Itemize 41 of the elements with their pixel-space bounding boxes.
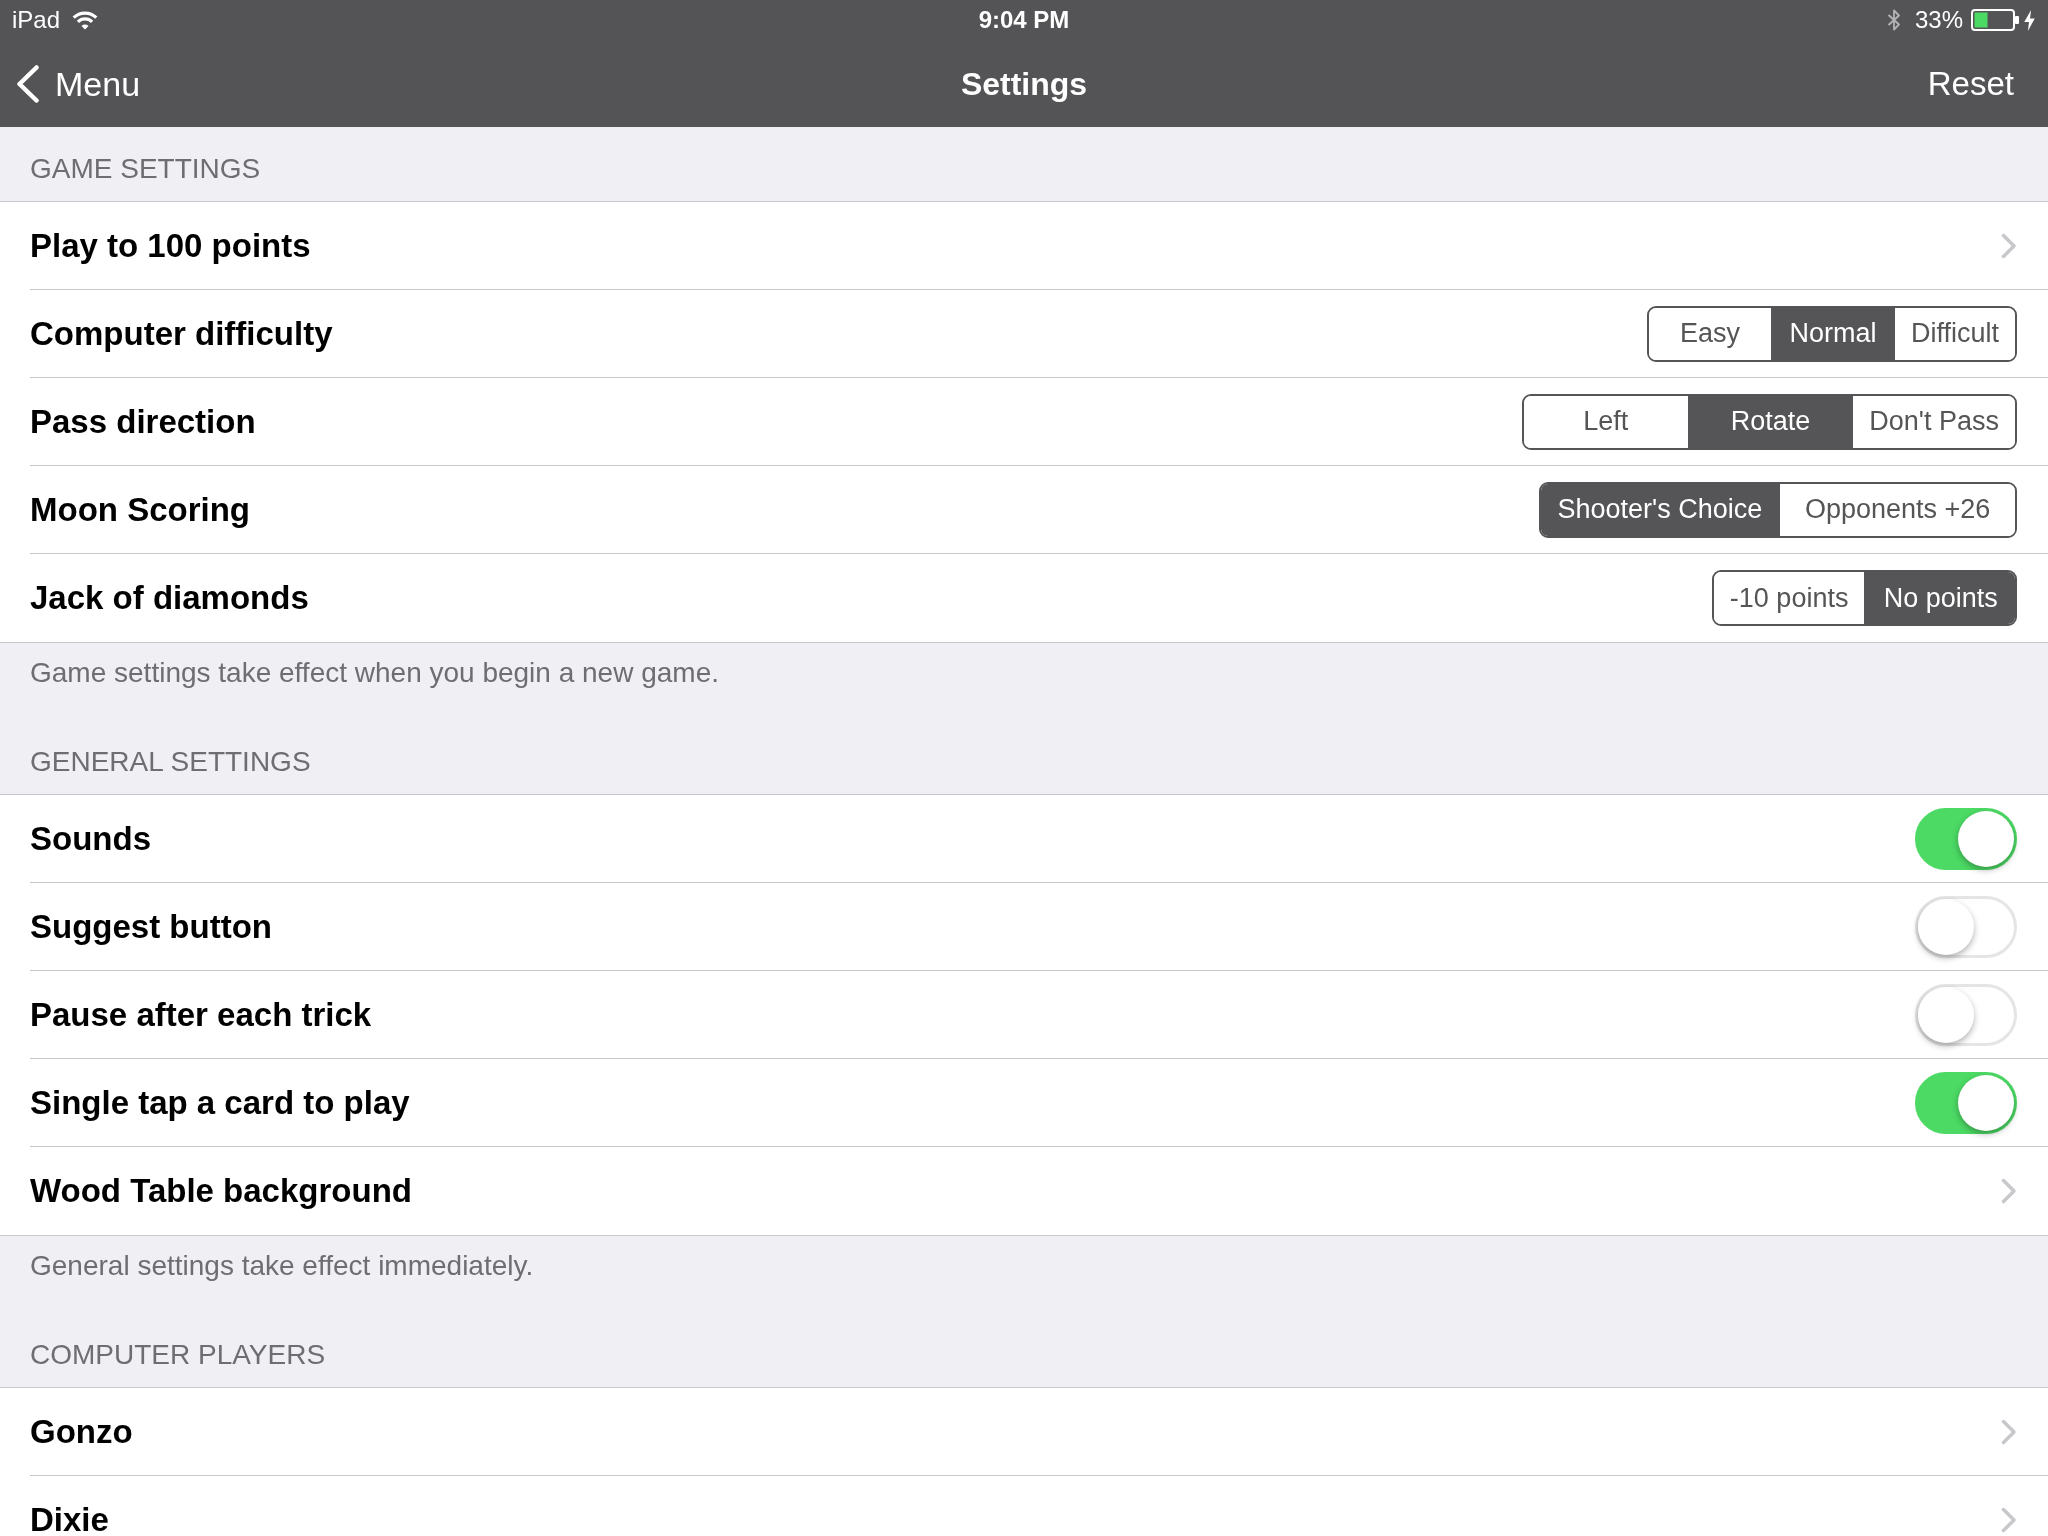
charging-bolt-icon	[2024, 9, 2035, 31]
chevron-right-icon	[2001, 232, 2017, 259]
row-label: Play to 100 points	[30, 225, 311, 266]
section-header: GAME SETTINGS	[30, 153, 261, 185]
row-label: Pause after each trick	[30, 994, 372, 1035]
row-label: Wood Table background	[30, 1171, 412, 1211]
chevron-left-icon	[16, 64, 40, 103]
section-header: COMPUTER PLAYERS	[30, 1339, 326, 1371]
segment-option[interactable]: Don't Pass	[1851, 395, 2015, 448]
reset-button[interactable]: Reset	[1927, 67, 2014, 100]
row-label: Computer difficulty	[30, 313, 333, 354]
wifi-icon	[72, 10, 99, 30]
segment-option[interactable]: Normal	[1770, 307, 1893, 360]
row-label: Single tap a card to play	[30, 1082, 410, 1123]
segment-option[interactable]: Opponents +26	[1778, 483, 2015, 536]
segment-option[interactable]: Rotate	[1687, 395, 1852, 448]
chevron-right-icon	[2001, 1418, 2017, 1445]
status-time: 9:04 PM	[978, 8, 1070, 32]
row-label: Moon Scoring	[30, 489, 250, 530]
segment-option[interactable]: Difficult	[1892, 307, 2015, 360]
row-label: Gonzo	[30, 1411, 133, 1452]
battery-icon	[1971, 9, 2019, 31]
battery-percentage: 33%	[1914, 8, 1963, 32]
section-footer: General settings take effect immediately.	[30, 1250, 2048, 1282]
row-label: Dixie	[30, 1500, 109, 1536]
chevron-right-icon	[2001, 1178, 2017, 1204]
row-label: Pass direction	[30, 401, 256, 442]
row-label: Sounds	[30, 818, 151, 859]
segment-option[interactable]: No points	[1864, 572, 2015, 624]
bluetooth-icon	[1886, 9, 1901, 31]
toggle-switch[interactable]	[1915, 807, 2017, 870]
row-label: Suggest button	[30, 906, 272, 947]
row-label: Jack of diamonds	[30, 578, 309, 618]
segment-option[interactable]: Shooter's Choice	[1541, 483, 1779, 536]
chevron-right-icon	[2001, 1507, 2017, 1533]
device-name: iPad	[12, 8, 61, 32]
section-header: GENERAL SETTINGS	[30, 746, 311, 778]
section-footer: Game settings take effect when you begin a new game.	[30, 657, 2048, 689]
nav-title: Settings	[960, 67, 1088, 100]
toggle-switch[interactable]	[1915, 1071, 2017, 1134]
back-button[interactable]: Menu	[16, 64, 141, 103]
